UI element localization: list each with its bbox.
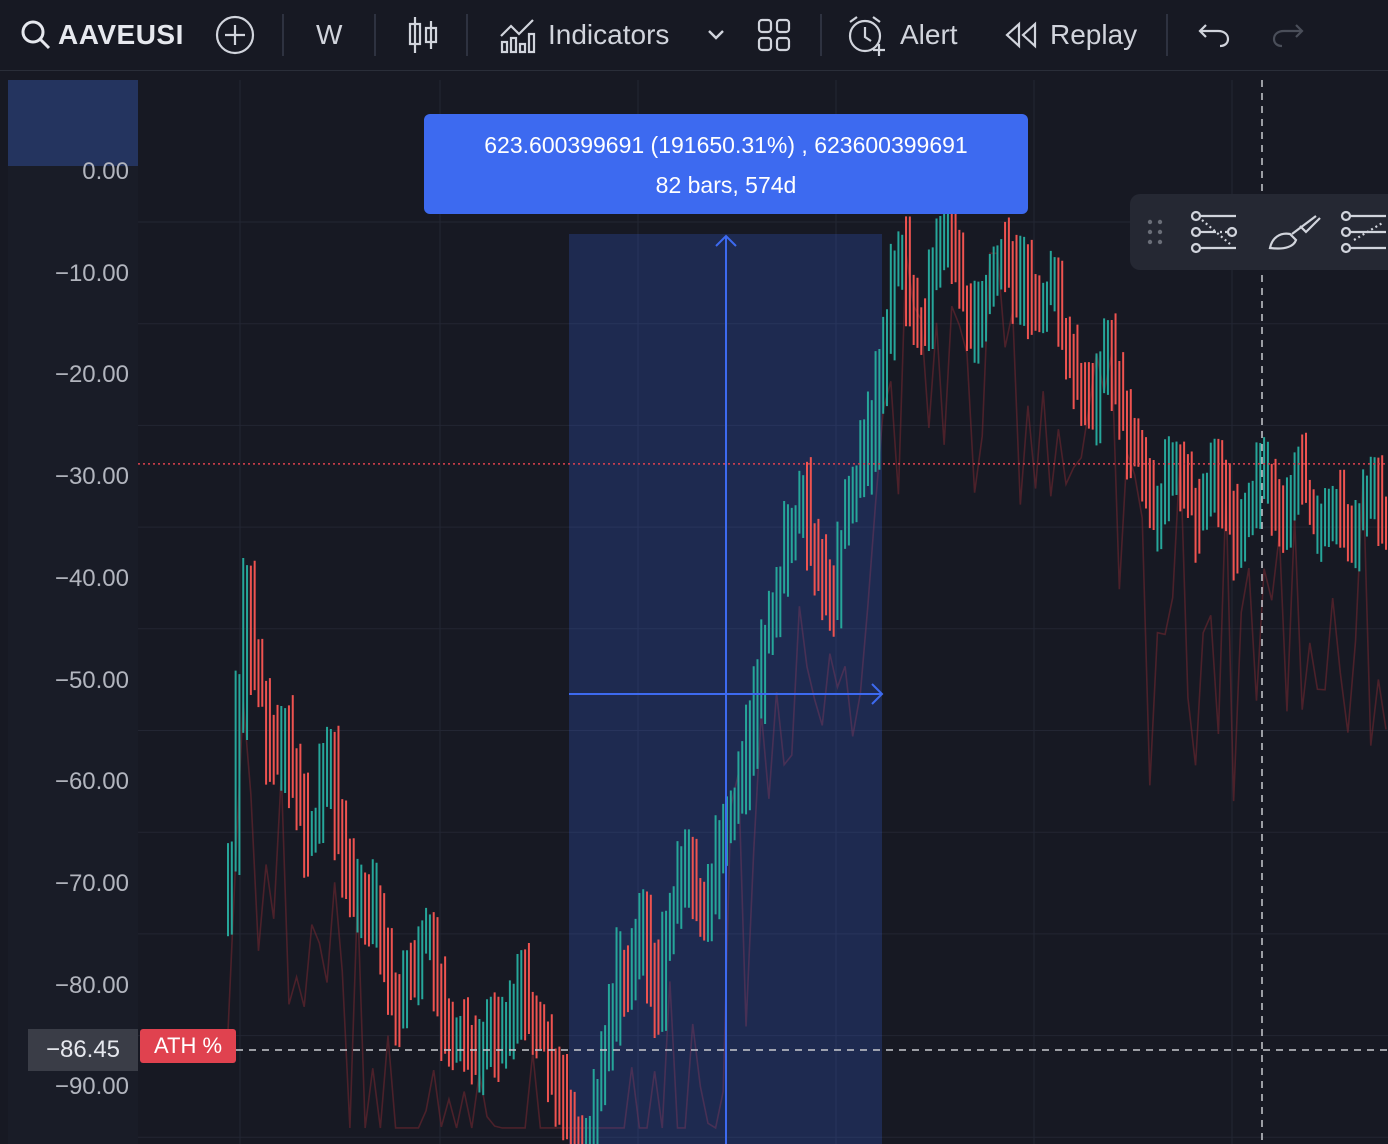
toolbar-divider (820, 14, 822, 56)
drawing-floating-toolbar (1130, 194, 1388, 270)
ath-label: ATH % (140, 1029, 236, 1063)
interval-button[interactable]: W (316, 0, 342, 70)
symbol-search-button[interactable]: AAVEUSI (20, 0, 184, 70)
search-icon (21, 20, 51, 50)
price-tick-label: −40.00 (54, 564, 129, 592)
alert-label: Alert (900, 19, 958, 50)
measure-tooltip: 623.600399691 (191650.31%) , 62360039969… (424, 114, 1028, 214)
compare-symbol-button[interactable] (214, 0, 256, 70)
indicators-button[interactable]: Indicators (498, 0, 669, 70)
toolbar-divider (374, 14, 376, 56)
rewind-icon (1005, 21, 1037, 49)
undo-button[interactable] (1198, 0, 1230, 70)
indicators-dropdown-button[interactable] (706, 0, 726, 70)
indicators-icon (500, 19, 536, 54)
price-tick-label: 0.00 (82, 158, 129, 185)
toolbar-divider (282, 14, 284, 56)
price-tick-label: −60.00 (54, 768, 129, 796)
measure-settings-icon[interactable] (1190, 210, 1238, 259)
price-tick-label: −10.00 (54, 259, 129, 287)
price-tick-label: −90.00 (54, 1073, 129, 1101)
undo-icon (1198, 24, 1230, 48)
line-style-icon[interactable] (1340, 210, 1388, 259)
replay-label: Replay (1050, 19, 1138, 50)
measure-tooltip-values: 623.600399691 (191650.31%) , 62360039969… (484, 132, 968, 158)
top-toolbar: AAVEUSI W Indicators Alert Replay (0, 0, 1388, 71)
drag-handle-icon[interactable] (1146, 218, 1166, 251)
symbol-label: AAVEUSI (58, 19, 184, 50)
crosshair-price-label: −86.45 (28, 1029, 138, 1071)
brush-color-icon[interactable] (1266, 212, 1322, 257)
toolbar-divider (466, 14, 468, 56)
price-tick-label: −30.00 (54, 463, 129, 491)
chevron-down-icon (708, 30, 724, 40)
price-tick-label: −80.00 (54, 971, 129, 999)
indicators-label: Indicators (548, 19, 670, 50)
candles-icon (408, 17, 438, 53)
redo-icon (1272, 24, 1304, 48)
replay-button[interactable]: Replay (1004, 0, 1137, 70)
price-tick-label: −50.00 (54, 666, 129, 694)
price-tick-label: −70.00 (54, 869, 129, 897)
redo-button[interactable] (1272, 0, 1304, 70)
add-circle-icon (215, 15, 255, 55)
measure-tooltip-bars: 82 bars, 574d (655, 172, 797, 198)
alarm-clock-icon (848, 16, 885, 56)
toolbar-divider (1166, 14, 1168, 56)
layouts-button[interactable] (756, 0, 792, 70)
grid-layout-icon (757, 18, 791, 52)
alert-button[interactable]: Alert (846, 0, 958, 70)
price-tick-label: −20.00 (54, 361, 129, 389)
chart-type-button[interactable] (406, 0, 440, 70)
interval-label: W (316, 19, 343, 50)
